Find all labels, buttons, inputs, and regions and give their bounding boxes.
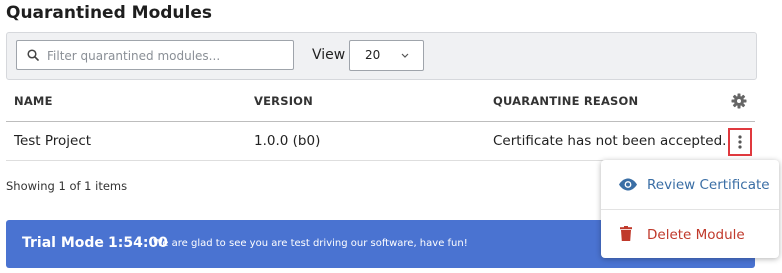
row-actions-menu: Review Certificate Delete Module (601, 160, 779, 258)
page-size-select[interactable]: 20 (349, 40, 424, 71)
review-certificate-menu-item[interactable]: Review Certificate (601, 160, 779, 209)
more-vertical-icon (738, 135, 742, 149)
search-box[interactable] (16, 40, 294, 70)
trial-mode-label: Trial Mode (22, 235, 104, 251)
row-actions-button[interactable] (728, 128, 752, 156)
page-size-value: 20 (365, 48, 381, 62)
review-certificate-label: Review Certificate (647, 177, 770, 193)
chevron-down-icon (401, 53, 409, 58)
column-header-name[interactable]: NAME (14, 94, 53, 108)
column-header-version[interactable]: VERSION (254, 94, 313, 108)
filter-toolbar: View 20 (6, 32, 757, 80)
page-title: Quarantined Modules (6, 3, 213, 23)
delete-module-label: Delete Module (647, 227, 745, 243)
eye-icon (619, 178, 637, 191)
search-input[interactable] (45, 43, 289, 69)
delete-module-menu-item[interactable]: Delete Module (601, 210, 779, 259)
module-name-cell: Test Project (14, 133, 92, 149)
search-icon (27, 49, 39, 61)
table-header-divider (6, 121, 755, 122)
column-header-quarantine-reason[interactable]: QUARANTINE REASON (493, 94, 638, 108)
gear-icon[interactable] (731, 93, 747, 109)
items-count: Showing 1 of 1 items (6, 179, 128, 193)
quarantine-reason-cell: Certificate has not been accepted. (493, 133, 727, 149)
trash-icon (620, 226, 632, 241)
module-version-cell: 1.0.0 (b0) (254, 133, 321, 149)
trial-message: We are glad to see you are test driving … (153, 238, 468, 249)
view-label: View (312, 47, 346, 63)
